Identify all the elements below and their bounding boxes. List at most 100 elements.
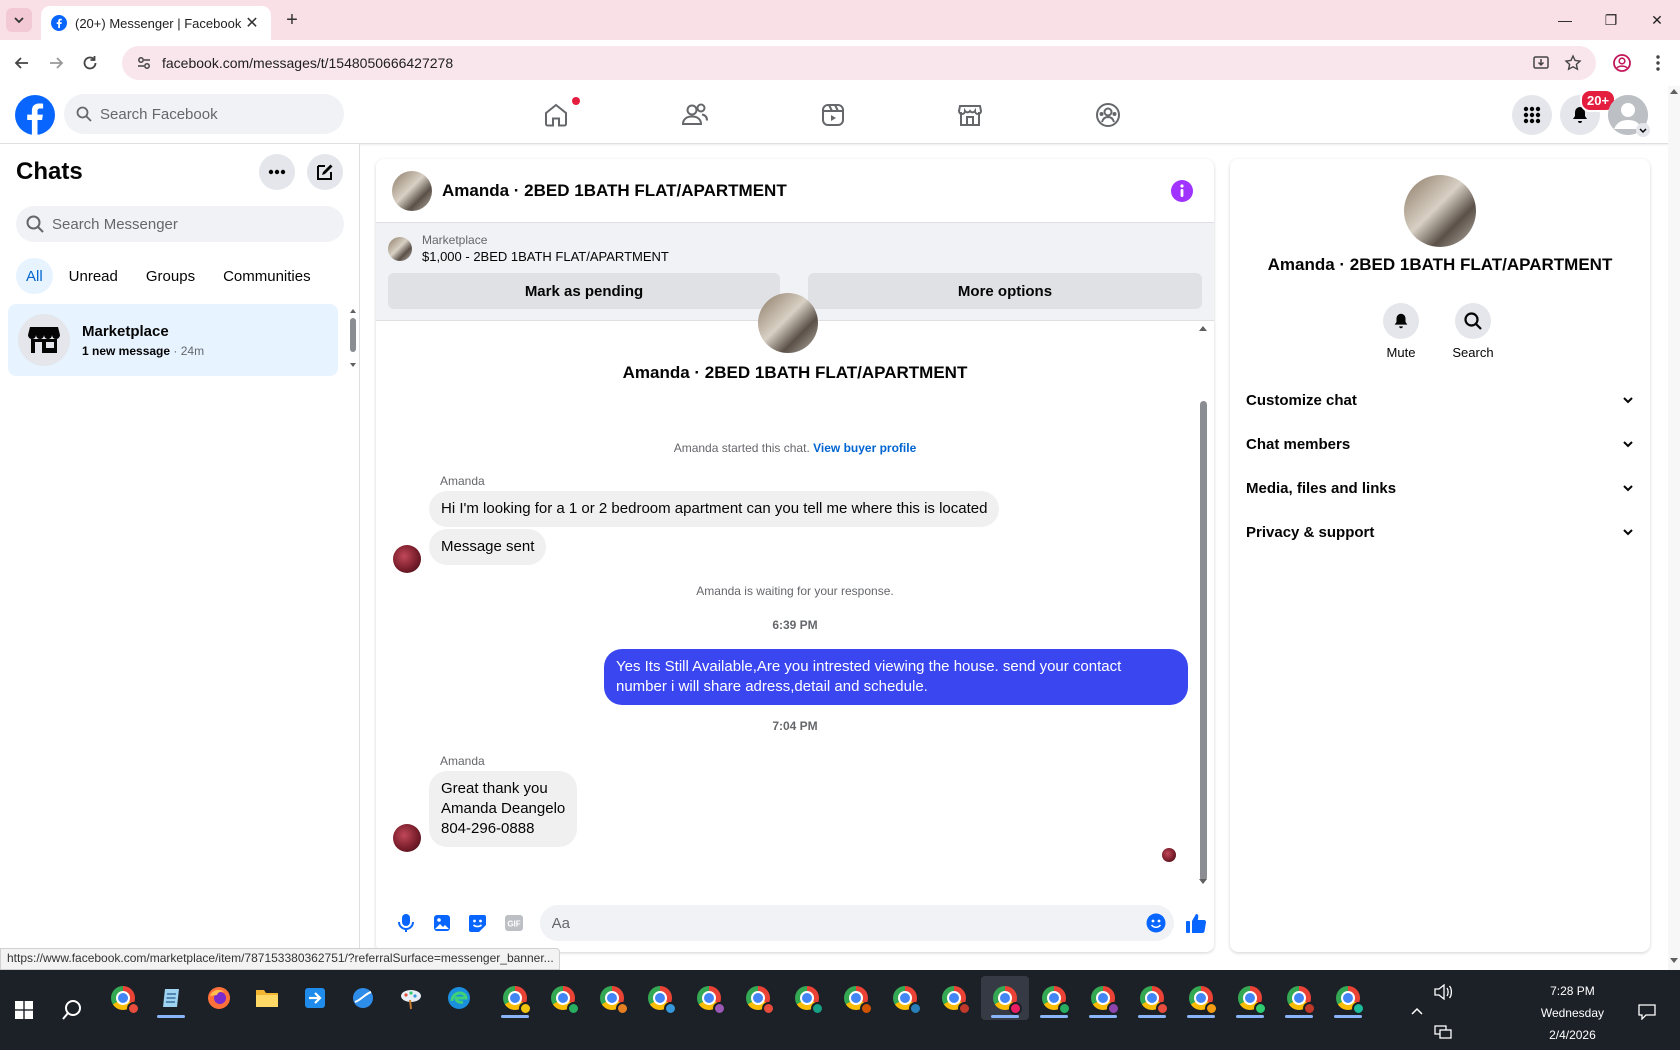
- chat-item-marketplace[interactable]: Marketplace 1 new message · 24m: [8, 304, 338, 376]
- facebook-search[interactable]: [64, 94, 344, 134]
- view-buyer-profile-link[interactable]: View buyer profile: [813, 441, 916, 455]
- bookmark-star-icon[interactable]: [1564, 54, 1582, 72]
- filter-unread[interactable]: Unread: [57, 258, 130, 294]
- taskbar-chrome[interactable]: [1081, 976, 1125, 1020]
- page-scrollbar[interactable]: [1668, 86, 1680, 970]
- more-options-button[interactable]: More options: [808, 273, 1202, 309]
- chat-options-button[interactable]: [259, 154, 295, 190]
- sticker-button[interactable]: [460, 905, 496, 941]
- chevron-up-icon[interactable]: [1410, 1006, 1424, 1016]
- browser-tab-active[interactable]: (20+) Messenger | Facebook ✕: [41, 6, 271, 40]
- sender-avatar[interactable]: [393, 824, 421, 852]
- thread-scrollbar[interactable]: [1197, 323, 1209, 885]
- taskbar-chrome[interactable]: [638, 976, 682, 1020]
- restore-icon[interactable]: ❐: [1588, 0, 1634, 40]
- taskbar-chrome[interactable]: [541, 976, 585, 1020]
- new-tab-button[interactable]: +: [280, 8, 304, 32]
- filter-all[interactable]: All: [16, 258, 53, 294]
- taskbar-file-explorer[interactable]: [245, 976, 289, 1020]
- nav-groups[interactable]: [1052, 92, 1164, 138]
- section-chat-members[interactable]: Chat members: [1246, 422, 1634, 466]
- section-media-files-links[interactable]: Media, files and links: [1246, 466, 1634, 510]
- taskbar-chrome[interactable]: [687, 976, 731, 1020]
- minimize-icon[interactable]: —: [1542, 0, 1588, 40]
- taskbar-chrome[interactable]: [1277, 976, 1321, 1020]
- notification-center-icon[interactable]: [1638, 1004, 1656, 1020]
- taskbar-app-paint[interactable]: [389, 976, 433, 1020]
- volume-icon[interactable]: [1434, 984, 1452, 1000]
- site-info-icon[interactable]: [136, 55, 152, 71]
- thread-scrollbar-thumb[interactable]: [1200, 401, 1207, 881]
- info-profile-thumbnail[interactable]: [1404, 175, 1476, 247]
- facebook-search-input[interactable]: [100, 105, 320, 123]
- account-avatar[interactable]: [1608, 95, 1650, 137]
- taskbar-chrome[interactable]: [883, 976, 927, 1020]
- scroll-up-icon[interactable]: [1197, 323, 1209, 333]
- outgoing-message[interactable]: Yes Its Still Available,Are you intreste…: [604, 649, 1188, 705]
- message-input-wrapper[interactable]: [539, 905, 1175, 941]
- listing-link[interactable]: Marketplace $1,000 - 2BED 1BATH FLAT/APA…: [388, 233, 669, 264]
- reload-icon[interactable]: [78, 51, 102, 75]
- taskbar-clock[interactable]: 7:28 PM Wednesday 2/4/2026: [1541, 980, 1604, 1046]
- conversation-title[interactable]: Amanda · 2BED 1BATH FLAT/APARTMENT: [442, 181, 1170, 201]
- nav-friends[interactable]: [639, 92, 751, 138]
- incoming-message[interactable]: Message sent: [429, 529, 547, 565]
- page-scroll-down-icon[interactable]: [1668, 956, 1680, 966]
- incoming-message[interactable]: Hi I'm looking for a 1 or 2 bedroom apar…: [429, 491, 1000, 527]
- taskbar-notepad[interactable]: [149, 976, 193, 1020]
- messenger-search[interactable]: [16, 206, 344, 242]
- section-customize-chat[interactable]: Customize chat: [1246, 378, 1634, 422]
- nav-marketplace[interactable]: [914, 92, 1026, 138]
- section-privacy-support[interactable]: Privacy & support: [1246, 510, 1634, 554]
- taskbar-chrome[interactable]: [785, 976, 829, 1020]
- tab-search-button[interactable]: [6, 8, 32, 32]
- taskbar-chrome[interactable]: [1326, 976, 1370, 1020]
- install-app-icon[interactable]: [1532, 54, 1550, 72]
- mute-action[interactable]: Mute: [1371, 303, 1431, 360]
- taskbar-chrome[interactable]: [493, 976, 537, 1020]
- back-icon[interactable]: [10, 51, 34, 75]
- profile-icon[interactable]: [1610, 51, 1634, 75]
- taskbar-app-globe[interactable]: [341, 976, 385, 1020]
- taskbar-chrome[interactable]: [736, 976, 780, 1020]
- start-button[interactable]: [2, 988, 46, 1032]
- notifications-button[interactable]: 20+: [1560, 89, 1617, 135]
- address-bar[interactable]: facebook.com/messages/t/1548050666427278: [122, 46, 1596, 80]
- nav-video[interactable]: [777, 92, 889, 138]
- taskbar-chrome[interactable]: [1228, 976, 1272, 1020]
- forward-icon[interactable]: [44, 51, 68, 75]
- taskbar-chrome-active[interactable]: [981, 976, 1029, 1020]
- close-window-icon[interactable]: ✕: [1634, 0, 1680, 40]
- menu-grid-button[interactable]: [1512, 95, 1552, 135]
- mark-as-pending-button[interactable]: Mark as pending: [388, 273, 780, 309]
- filter-groups[interactable]: Groups: [134, 258, 207, 294]
- search-in-chat-action[interactable]: Search: [1443, 303, 1503, 360]
- nav-home[interactable]: [500, 92, 612, 138]
- page-scroll-up-icon[interactable]: [1668, 86, 1680, 96]
- taskbar-search-button[interactable]: [50, 988, 94, 1032]
- taskbar-chrome[interactable]: [1032, 976, 1076, 1020]
- taskbar-chrome[interactable]: [1179, 976, 1223, 1020]
- info-profile-name[interactable]: Amanda · 2BED 1BATH FLAT/APARTMENT: [1230, 255, 1650, 275]
- taskbar-chrome[interactable]: [590, 976, 634, 1020]
- tab-close-icon[interactable]: ✕: [243, 14, 261, 32]
- message-input[interactable]: [551, 914, 1112, 932]
- incoming-message[interactable]: Great thank you Amanda Deangelo 804-296-…: [429, 771, 578, 847]
- messenger-search-input[interactable]: [52, 215, 312, 233]
- facebook-logo-icon[interactable]: [15, 95, 55, 135]
- emoji-icon[interactable]: [1146, 913, 1166, 933]
- taskbar-app-blue[interactable]: [293, 976, 337, 1020]
- gif-button[interactable]: GIF: [496, 905, 532, 941]
- chat-list-scrollbar[interactable]: [348, 306, 358, 370]
- voice-clip-button[interactable]: [388, 905, 424, 941]
- info-icon[interactable]: [1170, 179, 1194, 203]
- scroll-down-icon[interactable]: [1197, 877, 1209, 887]
- new-message-button[interactable]: [307, 154, 343, 190]
- browser-menu-icon[interactable]: [1646, 51, 1670, 75]
- taskbar-chrome[interactable]: [932, 976, 976, 1020]
- taskbar-chrome[interactable]: [1130, 976, 1174, 1020]
- filter-communities[interactable]: Communities: [211, 258, 323, 294]
- network-icon[interactable]: [1434, 1024, 1452, 1040]
- listing-thumbnail[interactable]: [392, 170, 432, 211]
- sender-avatar[interactable]: [393, 545, 421, 573]
